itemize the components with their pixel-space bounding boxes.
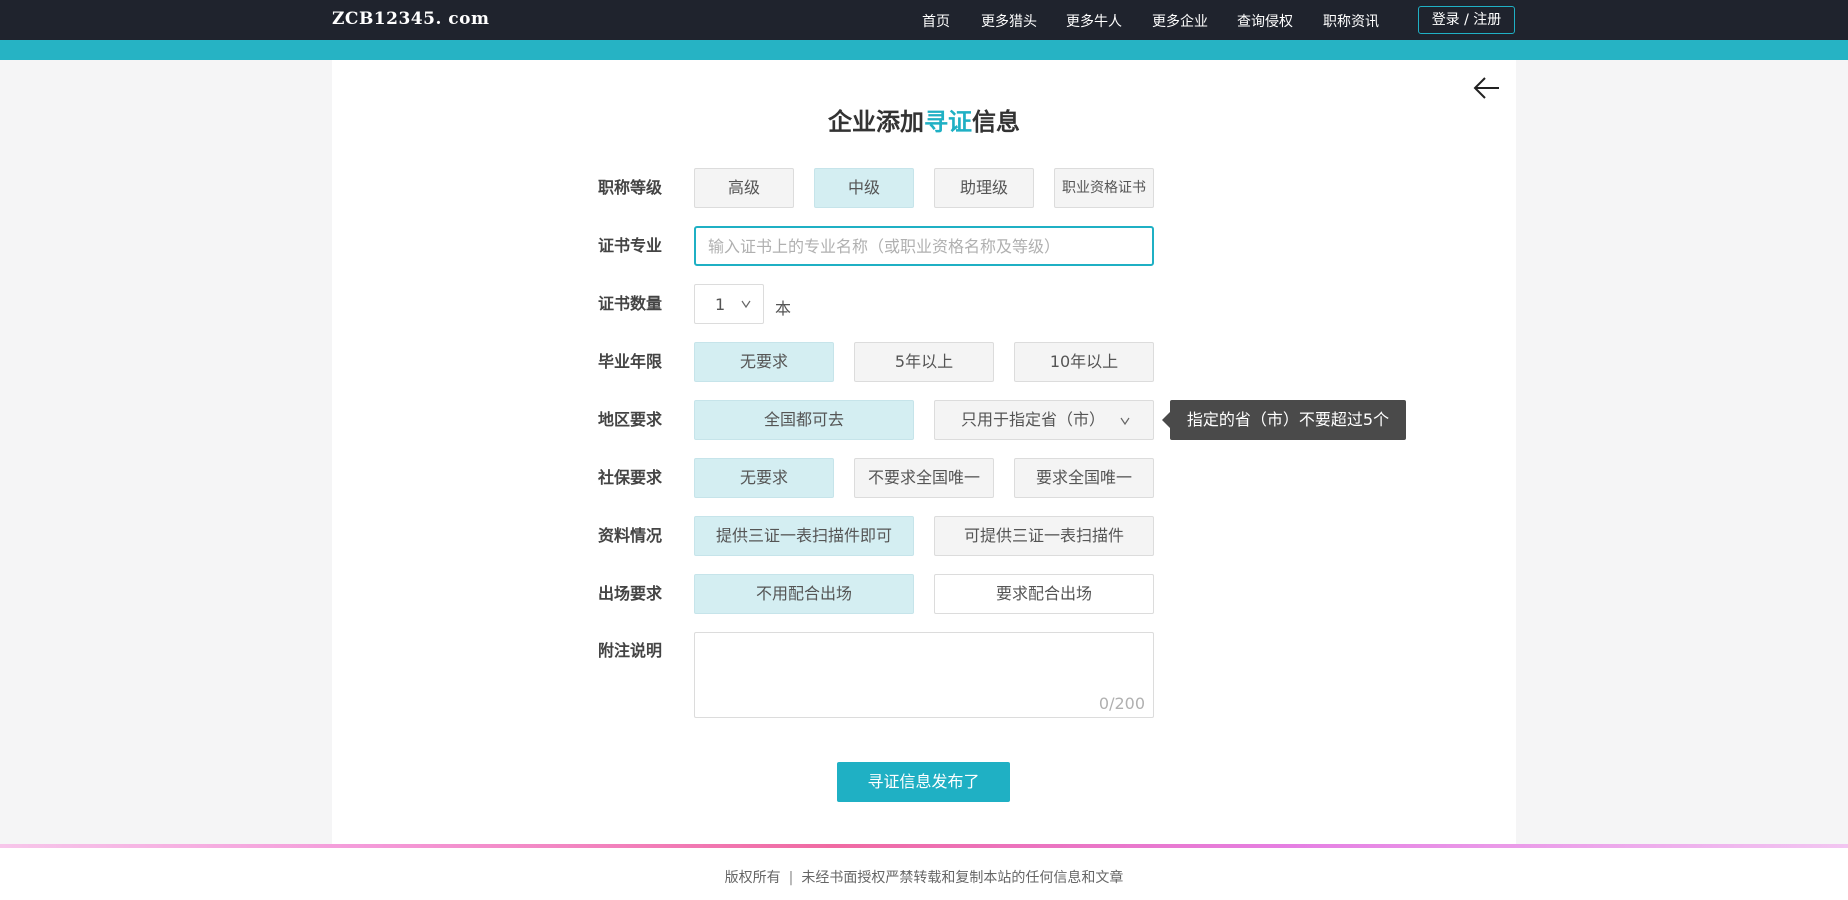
- nav-more-talent[interactable]: 更多牛人: [1066, 11, 1122, 31]
- chevron-down-icon: [741, 300, 751, 309]
- main-panel: [332, 60, 1516, 844]
- appearance-label: 出场要求: [598, 584, 663, 603]
- quantity-value: 1: [715, 295, 726, 314]
- quantity-select[interactable]: 1: [694, 284, 764, 324]
- region-option-specific-label: 只用于指定省（市）: [961, 410, 1106, 429]
- nav-home[interactable]: 首页: [922, 11, 950, 31]
- materials-option-can-provide[interactable]: 可提供三证一表扫描件: [934, 516, 1154, 556]
- header-accent-strip: [0, 40, 1848, 60]
- level-option-intermediate[interactable]: 中级: [814, 168, 914, 208]
- quantity-label: 证书数量: [598, 294, 663, 313]
- level-option-senior[interactable]: 高级: [694, 168, 794, 208]
- region-label: 地区要求: [598, 410, 663, 429]
- graduation-option-5-years[interactable]: 5年以上: [854, 342, 994, 382]
- nav-check-infringement[interactable]: 查询侵权: [1237, 11, 1293, 31]
- level-option-assistant[interactable]: 助理级: [934, 168, 1034, 208]
- notes-label: 附注说明: [598, 641, 663, 660]
- materials-label: 资料情况: [598, 526, 663, 545]
- social-option-not-unique[interactable]: 不要求全国唯一: [854, 458, 994, 498]
- region-option-nationwide[interactable]: 全国都可去: [694, 400, 914, 440]
- nav-more-headhunters[interactable]: 更多猎头: [981, 11, 1037, 31]
- submit-button[interactable]: 寻证信息发布了: [837, 762, 1010, 802]
- nav-title-news[interactable]: 职称资讯: [1323, 11, 1379, 31]
- graduation-label: 毕业年限: [598, 352, 663, 371]
- materials-option-scan-ok[interactable]: 提供三证一表扫描件即可: [694, 516, 914, 556]
- region-option-specific-province[interactable]: 只用于指定省（市）: [934, 400, 1154, 440]
- notes-char-counter: 0/200: [1098, 694, 1145, 713]
- notes-textarea[interactable]: [695, 633, 1153, 717]
- page-title: 企业添加寻证信息: [828, 108, 1020, 136]
- appearance-option-required[interactable]: 要求配合出场: [934, 574, 1154, 614]
- level-label: 职称等级: [598, 178, 663, 197]
- site-logo[interactable]: ZCB12345. com: [332, 9, 489, 29]
- quantity-unit: 本: [775, 299, 792, 318]
- login-register-button[interactable]: 登录 / 注册: [1418, 6, 1515, 34]
- appearance-option-not-required[interactable]: 不用配合出场: [694, 574, 914, 614]
- level-option-vocational-cert[interactable]: 职业资格证书: [1054, 168, 1154, 208]
- footer-copyright: 版权所有 | 未经书面授权严禁转载和复制本站的任何信息和文章: [724, 870, 1124, 886]
- graduation-option-none[interactable]: 无要求: [694, 342, 834, 382]
- social-option-unique[interactable]: 要求全国唯一: [1014, 458, 1154, 498]
- tooltip-arrow: [1162, 412, 1170, 428]
- specialty-input[interactable]: [694, 226, 1154, 266]
- social-option-none[interactable]: 无要求: [694, 458, 834, 498]
- chevron-down-icon: [1120, 417, 1130, 426]
- graduation-option-10-years[interactable]: 10年以上: [1014, 342, 1154, 382]
- notes-textarea-wrapper: 0/200: [694, 632, 1154, 718]
- nav-more-companies[interactable]: 更多企业: [1152, 11, 1208, 31]
- specialty-label: 证书专业: [598, 236, 663, 255]
- region-tooltip: 指定的省（市）不要超过5个: [1170, 400, 1406, 440]
- social-label: 社保要求: [598, 468, 663, 487]
- back-arrow-icon[interactable]: [1472, 73, 1502, 103]
